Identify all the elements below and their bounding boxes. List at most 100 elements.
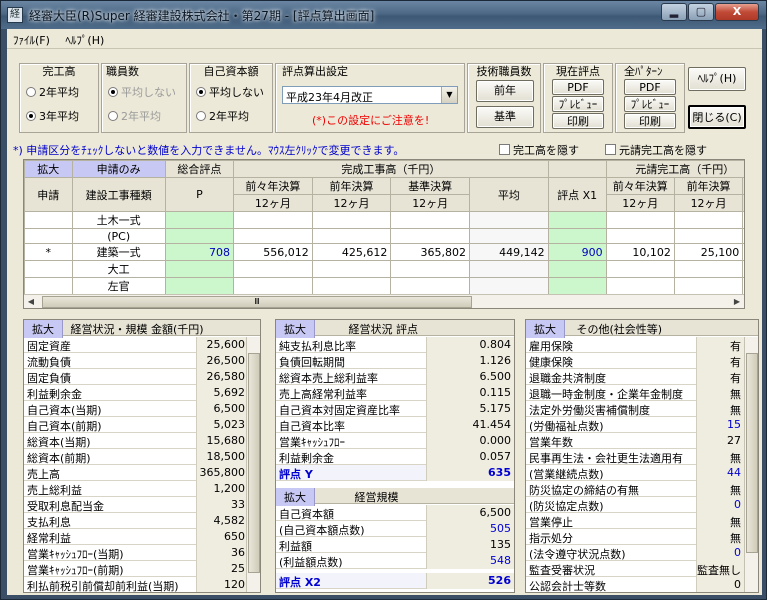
keiei-kibo-row[interactable]: 自己資本(前期) 5,023 (24, 417, 248, 433)
row-moto-zenzen-value[interactable] (605, 277, 675, 295)
keiei-kibo-row[interactable]: 自己資本(当期) 6,500 (24, 401, 248, 417)
keiei-kibo-row[interactable]: 売上高 365,800 (24, 465, 248, 481)
row-zenzen-value[interactable] (233, 277, 313, 295)
row-avg-value[interactable]: 449,142 (469, 243, 549, 261)
row-zen-value[interactable] (311, 277, 392, 295)
sonota-value[interactable]: 27 (696, 433, 744, 449)
scroll-right-icon[interactable]: ▶ (730, 295, 744, 309)
menu-help[interactable]: ﾍﾙﾌﾟ(H) (59, 29, 110, 48)
sonota-row[interactable]: 営業停止 無 (526, 513, 744, 529)
keiei-kibo-value[interactable]: 6,500 (196, 401, 248, 417)
row-kouji-name[interactable]: 土木一式 (71, 211, 166, 229)
row-kouji-name[interactable]: 建築一式 (71, 243, 166, 261)
row-cut-value[interactable] (742, 211, 744, 229)
keiei-kibo-value[interactable]: 4,582 (196, 513, 248, 529)
keiei-kibo-value[interactable]: 365,800 (196, 465, 248, 481)
row-zen-value[interactable] (311, 260, 392, 278)
keiei-hyoten-value[interactable]: 6.500 (426, 369, 514, 385)
kanko-opt-3year[interactable]: 3年平均 (26, 108, 79, 124)
sonota-value[interactable]: 有 (696, 337, 744, 353)
keiei-hyoten-row[interactable]: 営業ｷｬｯｼｭﾌﾛｰ 0.000 (276, 433, 514, 449)
sonota-row[interactable]: (営業継続点数) 44 (526, 465, 744, 481)
row-p-value[interactable] (164, 211, 235, 229)
sonota-value[interactable]: 44 (696, 465, 744, 481)
pane-keiei-kibo-scroll-thumb[interactable] (248, 353, 260, 573)
row-cut-value[interactable]: 6 (742, 243, 744, 261)
row-kijun-value[interactable]: 365,802 (390, 243, 471, 261)
row-avg-value[interactable] (469, 228, 549, 244)
row-kouji-name[interactable]: (PC) (71, 228, 166, 244)
genzai-preview-button[interactable]: ﾌﾟﾚﾋﾞｭｰ (552, 96, 604, 112)
keiei-hyoten-value[interactable]: 41.454 (426, 417, 514, 433)
keiei-hyoten-row[interactable]: 利益剰余金 0.057 (276, 449, 514, 465)
sonota-row[interactable]: 指示処分 無 (526, 529, 744, 545)
kibo-value[interactable]: 135 (426, 537, 514, 553)
sonota-value[interactable]: 0 (696, 497, 744, 513)
row-kouji-name[interactable]: 大工 (71, 260, 166, 278)
pane-keiei-kibo-expand-button[interactable]: 拡大 (24, 320, 63, 338)
sonota-row[interactable]: (防災協定点数) 0 (526, 497, 744, 513)
sonota-row[interactable]: (労働福祉点数) 15 (526, 417, 744, 433)
keiei-kibo-row[interactable]: 固定資産 25,600 (24, 337, 248, 353)
kibo-value[interactable]: 6,500 (426, 505, 514, 521)
sonota-value[interactable]: 監査無し (696, 561, 744, 577)
jiko-opt-none[interactable]: 平均しない (196, 84, 264, 100)
row-moto-zen-value[interactable] (673, 260, 744, 278)
keiei-kibo-value[interactable]: 5,023 (196, 417, 248, 433)
keiei-kibo-value[interactable]: 15,680 (196, 433, 248, 449)
pane-kibo-expand-button[interactable]: 拡大 (276, 488, 315, 506)
keiei-kibo-row[interactable]: 受取利息配当金 33 (24, 497, 248, 513)
keiei-kibo-value[interactable]: 36 (196, 545, 248, 561)
sonota-value[interactable]: 有 (696, 353, 744, 369)
row-x1-value[interactable] (547, 260, 607, 278)
row-kouji-name[interactable]: 左官 (71, 277, 166, 295)
hide-moto-checkbox[interactable]: 元請完工高を隠す (605, 142, 707, 158)
sonota-value[interactable]: 無 (696, 513, 744, 529)
keiei-kibo-value[interactable]: 650 (196, 529, 248, 545)
row-moto-zen-value[interactable] (673, 277, 744, 295)
keiei-kibo-value[interactable]: 1,200 (196, 481, 248, 497)
keiei-hyoten-value[interactable]: 0.804 (426, 337, 514, 353)
keiei-kibo-value[interactable]: 120 (196, 577, 248, 592)
chevron-down-icon[interactable]: ▼ (441, 87, 457, 103)
kouji-row[interactable]: 土木一式 (24, 211, 744, 229)
row-shinsei-mark[interactable] (24, 260, 73, 278)
row-kijun-value[interactable] (390, 228, 471, 244)
row-p-value[interactable] (164, 277, 235, 295)
row-moto-zen-value[interactable] (673, 228, 744, 244)
sonota-value[interactable]: 無 (696, 385, 744, 401)
sonota-row[interactable]: 退職金共済制度 有 (526, 369, 744, 385)
grid-shinsei-only-button[interactable]: 申請のみ (71, 160, 166, 178)
kibo-value[interactable]: 548 (426, 553, 514, 569)
row-x1-value[interactable]: 900 (547, 243, 607, 261)
row-p-value[interactable] (164, 228, 235, 244)
row-shinsei-mark[interactable] (24, 277, 73, 295)
row-moto-zenzen-value[interactable] (605, 228, 675, 244)
sonota-value[interactable]: 0 (696, 545, 744, 561)
minimize-button[interactable]: ▂ (661, 3, 687, 21)
keiei-hyoten-row[interactable]: 自己資本対固定資産比率 5.175 (276, 401, 514, 417)
kanko-opt-2year[interactable]: 2年平均 (26, 84, 79, 100)
row-avg-value[interactable] (469, 260, 549, 278)
row-cut-value[interactable] (742, 277, 744, 295)
keiei-kibo-value[interactable]: 25,600 (196, 337, 248, 353)
sonota-row[interactable]: 民事再生法・会社更生法適用有無 (526, 449, 744, 465)
sonota-row[interactable]: 雇用保険 有 (526, 337, 744, 353)
row-x1-value[interactable] (547, 211, 607, 229)
keiei-kibo-row[interactable]: 流動負債 26,500 (24, 353, 248, 369)
row-p-value[interactable]: 708 (164, 243, 235, 261)
row-x1-value[interactable] (547, 277, 607, 295)
keiei-kibo-row[interactable]: 固定負債 26,580 (24, 369, 248, 385)
keiei-kibo-row[interactable]: 利益剰余金 5,692 (24, 385, 248, 401)
row-avg-value[interactable] (469, 211, 549, 229)
menu-file[interactable]: ﾌｧｲﾙ(F) (7, 29, 56, 48)
row-cut-value[interactable] (742, 228, 744, 244)
sonota-value[interactable]: 無 (696, 449, 744, 465)
row-zen-value[interactable] (311, 228, 392, 244)
kibo-value[interactable]: 505 (426, 521, 514, 537)
zenpattern-pdf-button[interactable]: PDF (624, 79, 676, 95)
keiei-hyoten-value[interactable]: 0.000 (426, 433, 514, 449)
scroll-left-icon[interactable]: ◀ (24, 295, 38, 309)
hide-kanko-checkbox[interactable]: 完工高を隠す (499, 142, 579, 158)
row-p-value[interactable] (164, 260, 235, 278)
